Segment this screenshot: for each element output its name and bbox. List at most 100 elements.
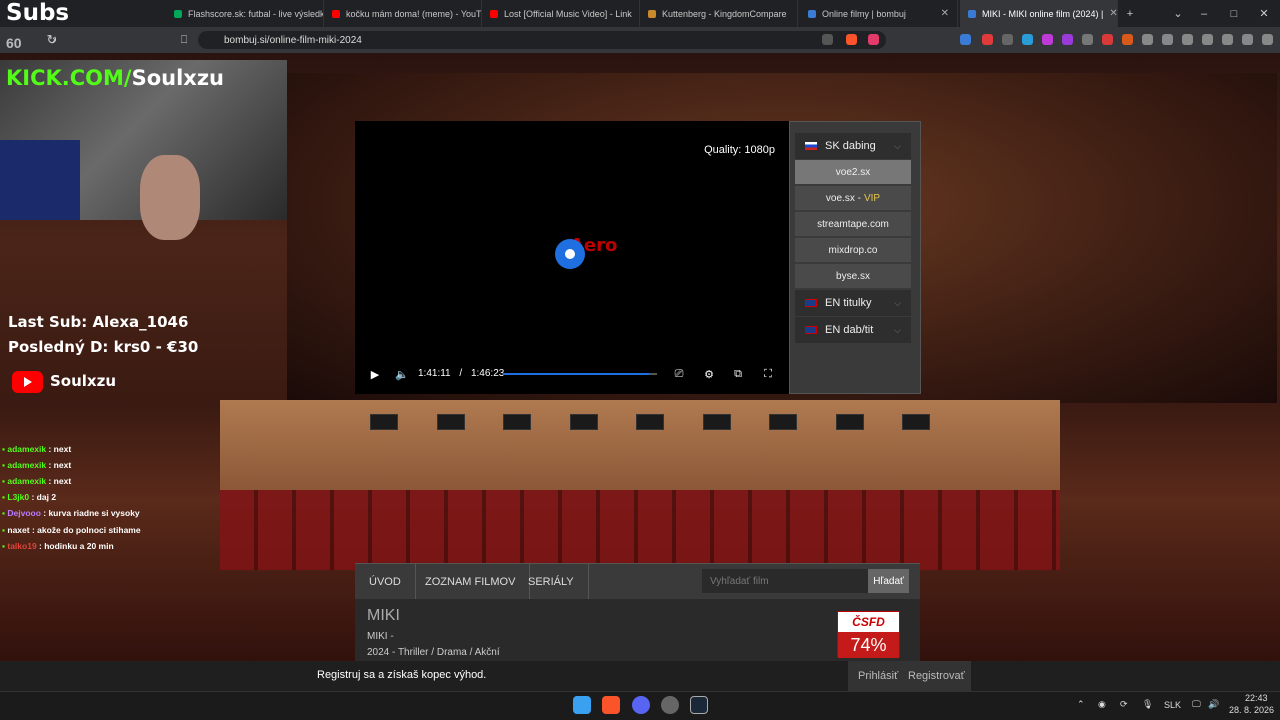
extension-icon[interactable]	[1002, 34, 1013, 45]
video-player[interactable]: Quality: 1080p Aero	[355, 121, 789, 394]
steam-icon[interactable]	[690, 696, 708, 714]
movie-info: MIKI MIKI - 2024 - Thriller / Drama / Ak…	[355, 599, 920, 661]
network-icon[interactable]: 🖵	[1192, 699, 1201, 710]
register-button[interactable]: Registrovať	[902, 661, 971, 691]
cast-icon[interactable]: ⎚	[671, 366, 687, 382]
microphone-icon[interactable]: 🎙	[1142, 699, 1153, 710]
clock-date[interactable]: 28. 8. 2026	[1229, 705, 1274, 715]
media-icon[interactable]	[1162, 34, 1173, 45]
discord-tray-icon[interactable]: ◉	[1098, 699, 1106, 710]
maximize-icon[interactable]: □	[1220, 0, 1248, 27]
search-input[interactable]: Vyhľadať film	[702, 569, 868, 593]
cinema-seats	[220, 490, 1060, 570]
tab-youtube-lost[interactable]: Lost [Official Music Video] - Link	[482, 0, 640, 27]
bombuj-favicon-icon	[808, 9, 816, 18]
subs-label: Subs	[6, 0, 70, 26]
tab-youtube-cat[interactable]: kočku mám doma! (meme) - YouTu	[324, 0, 482, 27]
group-label: EN dab/tit	[825, 324, 874, 336]
tray-chevron-icon[interactable]: ⌃	[1077, 699, 1085, 710]
chat-message: ▪ adamexik : next	[2, 444, 71, 454]
app-icon[interactable]	[661, 696, 679, 714]
tab-miki[interactable]: MIKI - MIKI online film (2024) | ✕	[960, 0, 1118, 27]
chat-message: ▪ L3jk0 : daj 2	[2, 492, 56, 502]
group-label: SK dabing	[825, 140, 876, 152]
chat-message: ▪ talko19 : hodinku a 20 min	[2, 541, 114, 551]
chat-text: : kurva riadne si vysoky	[40, 508, 140, 518]
close-window-icon[interactable]: ✕	[1250, 0, 1278, 27]
tab-search-chevron-icon[interactable]: ⌄	[1164, 0, 1192, 27]
close-tab-icon[interactable]: ✕	[935, 8, 949, 19]
server-byse[interactable]: byse.sx	[795, 264, 911, 288]
tab-label: kočku mám doma! (meme) - YouTu	[346, 8, 482, 19]
extensions-puzzle-icon[interactable]	[1142, 34, 1153, 45]
extension-icon[interactable]	[1082, 34, 1093, 45]
group-en-titulky[interactable]: EN titulky ⌵	[795, 290, 911, 316]
login-button[interactable]: Prihlásiť	[848, 661, 909, 691]
brave-browser-icon[interactable]	[602, 696, 620, 714]
tab-kingdomcompare[interactable]: Kuttenberg - KingdomCompare	[640, 0, 798, 27]
youtube-channel: Soulxzu	[50, 372, 117, 390]
site-nav: ÚVOD ZOZNAM FILMOV SERIÁLY Vyhľadať film…	[355, 563, 920, 600]
chat-message: ▪ naxet : akože do polnoci stihame	[2, 525, 141, 535]
sync-tray-icon[interactable]: ⟳	[1120, 699, 1128, 710]
brave-rewards-icon[interactable]	[868, 34, 879, 45]
progress-track[interactable]	[503, 373, 657, 375]
nav-films[interactable]: ZOZNAM FILMOV	[411, 564, 531, 600]
url-text[interactable]: bombuj.si/online-film-miki-2024	[224, 35, 362, 46]
extension-icon[interactable]	[1062, 34, 1073, 45]
fullscreen-icon[interactable]: ⛶	[760, 366, 776, 382]
minimize-icon[interactable]: –	[1190, 0, 1218, 27]
extension-icon[interactable]	[1122, 34, 1133, 45]
leo-ai-icon[interactable]	[1222, 34, 1233, 45]
address-bar[interactable]: bombuj.si/online-film-miki-2024	[198, 31, 886, 49]
chat-text: : next	[46, 444, 72, 454]
tab-flashscore[interactable]: Flashscore.sk: futbal - live výsledky a	[166, 0, 324, 27]
uk-flag-icon	[805, 326, 817, 334]
register-bar: Registruj sa a získaš kopec výhod. Prihl…	[0, 661, 1280, 691]
extension-icon[interactable]	[1022, 34, 1033, 45]
server-mixdrop[interactable]: mixdrop.co	[795, 238, 911, 262]
tab-bombuj[interactable]: Online filmy | bombuj ✕	[800, 0, 958, 27]
group-en-dab[interactable]: EN dab/tit ⌵	[795, 317, 911, 343]
last-donation: Posledný D: krs0 - €30	[8, 338, 199, 356]
refresh-icon[interactable]: ↻	[38, 27, 66, 53]
wallet-icon[interactable]	[1202, 34, 1213, 45]
language-indicator[interactable]: SLK	[1164, 700, 1181, 710]
discord-icon[interactable]	[632, 696, 650, 714]
bookmark-icon[interactable]: ⎕	[170, 27, 198, 53]
nav-home[interactable]: ÚVOD	[355, 564, 416, 600]
nav-series[interactable]: SERIÁLY	[514, 564, 589, 600]
translate-icon[interactable]	[822, 34, 833, 45]
chat-text: : akože do polnoci stihame	[29, 525, 141, 535]
settings-gear-icon[interactable]: ⚙	[701, 366, 717, 382]
vpn-icon[interactable]	[1242, 34, 1253, 45]
brave-shield-icon[interactable]	[846, 34, 857, 45]
server-voe[interactable]: voe.sx - VIP	[795, 186, 911, 210]
volume-icon[interactable]: 🔈	[394, 366, 410, 382]
clock-time[interactable]: 22:43	[1245, 693, 1268, 703]
tab-label: Lost [Official Music Video] - Link	[504, 8, 632, 19]
movie-title: MIKI	[367, 607, 400, 624]
picture-in-picture-icon[interactable]: ⧉	[730, 366, 746, 382]
chevron-down-icon: ⌵	[894, 140, 901, 151]
movie-subtitle: MIKI -	[367, 631, 394, 642]
extension-icon[interactable]	[1102, 34, 1113, 45]
extension-icon[interactable]	[960, 34, 971, 45]
csfd-logo: ČSFD	[838, 612, 899, 632]
player-brand-icon	[555, 239, 585, 269]
sidebar-icon[interactable]	[1182, 34, 1193, 45]
adblock-icon[interactable]	[982, 34, 993, 45]
windows-start-icon[interactable]	[573, 696, 591, 714]
extension-icon[interactable]	[1042, 34, 1053, 45]
search-button[interactable]: Hľadať	[868, 569, 909, 593]
volume-tray-icon[interactable]: 🔊	[1208, 699, 1219, 710]
server-voe2[interactable]: voe2.sx	[795, 160, 911, 184]
csfd-rating[interactable]: ČSFD 74%	[837, 611, 900, 658]
play-icon[interactable]: ▶	[367, 366, 383, 382]
new-tab-icon[interactable]: +	[1116, 0, 1144, 27]
menu-icon[interactable]	[1262, 34, 1273, 45]
server-streamtape[interactable]: streamtape.com	[795, 212, 911, 236]
group-sk-dabing[interactable]: SK dabing ⌵	[795, 133, 911, 159]
streamer-image	[140, 155, 200, 240]
chat-username: Dejvooo	[7, 508, 41, 518]
